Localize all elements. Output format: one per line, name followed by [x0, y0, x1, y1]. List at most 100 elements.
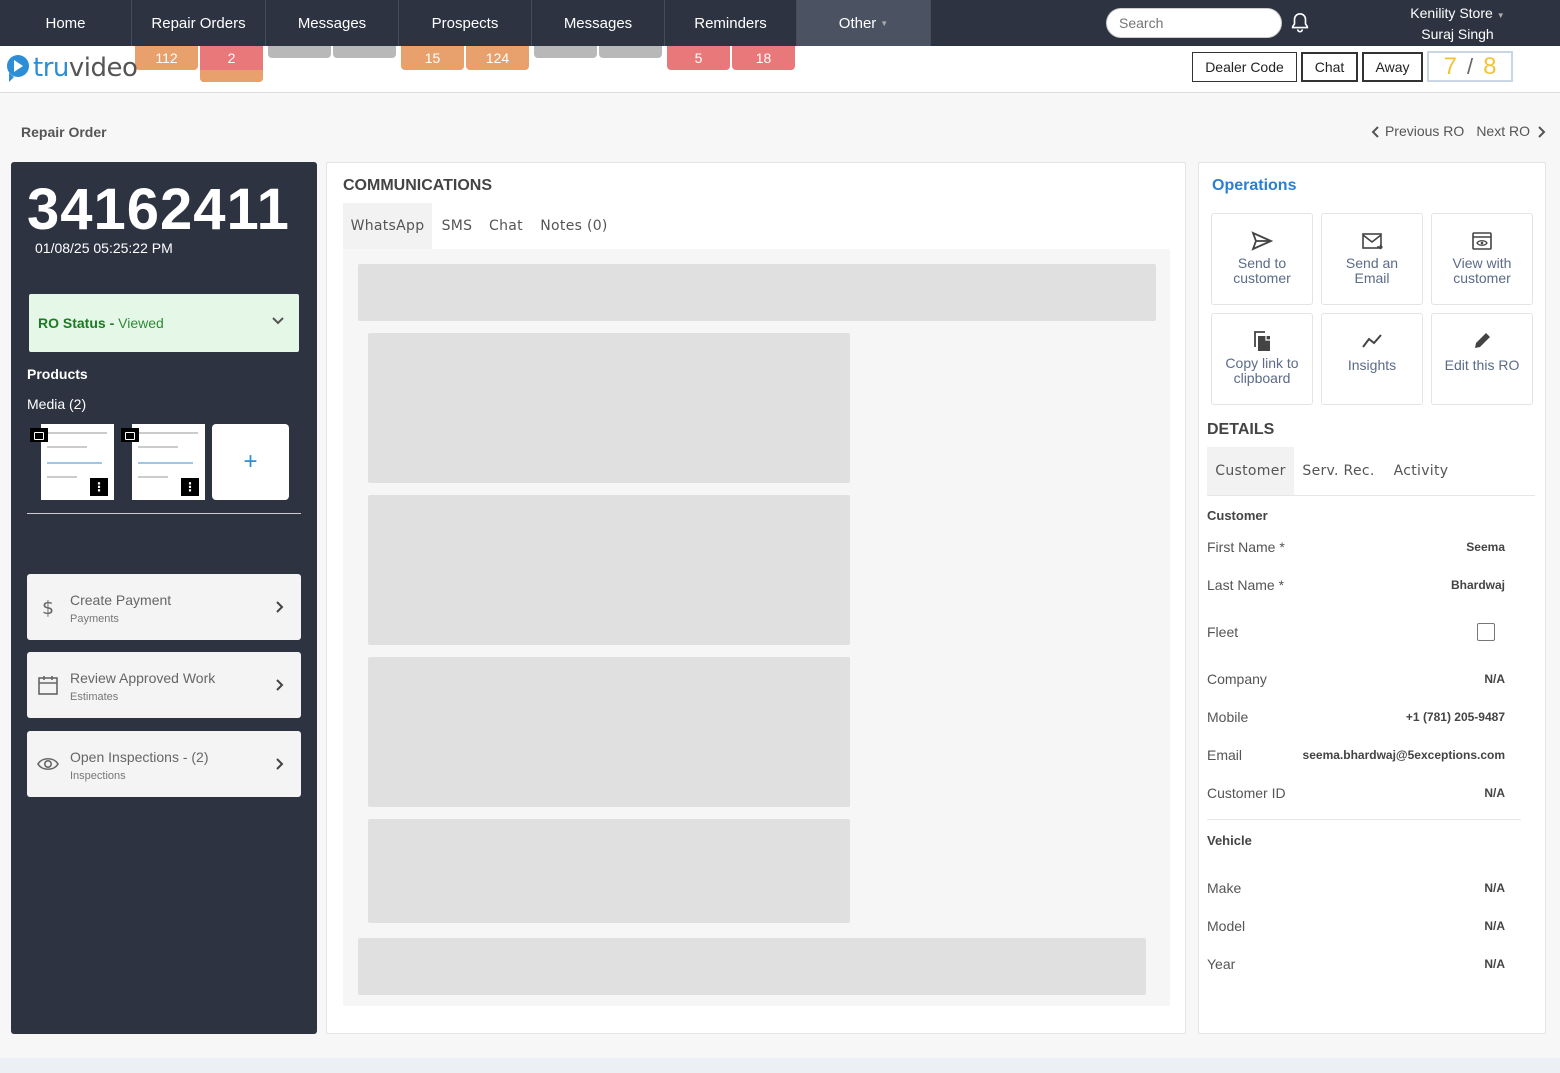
model-label: Model: [1207, 918, 1246, 934]
store-switcher[interactable]: Kenility Store ▼ Suraj Singh: [1385, 4, 1530, 43]
add-media-button[interactable]: +: [212, 424, 289, 500]
send-email-button[interactable]: Send an Email: [1321, 213, 1423, 305]
nav-tab-messages-2[interactable]: Messages: [532, 0, 665, 46]
vehicle-section-heading: Vehicle: [1207, 833, 1252, 848]
chat-button[interactable]: Chat: [1301, 52, 1358, 82]
video-camera-icon: [121, 428, 139, 442]
tab-customer[interactable]: Customer: [1207, 447, 1294, 495]
svg-text:$: $: [42, 597, 54, 618]
model-value[interactable]: N/A: [1484, 919, 1505, 933]
thumbnail-preview: [138, 476, 168, 478]
nav-tab-reminders[interactable]: Reminders: [665, 0, 797, 46]
away-button[interactable]: Away: [1362, 52, 1423, 82]
section-divider: [1207, 819, 1521, 820]
thumbnail-preview: [47, 462, 102, 464]
open-inspections-card[interactable]: Open Inspections - (2) Inspections: [27, 731, 301, 797]
user-name: Suraj Singh: [1421, 26, 1494, 42]
message-area: [343, 249, 1170, 1006]
thumbnail-preview: [138, 462, 193, 464]
next-ro-link[interactable]: Next RO: [1476, 123, 1546, 139]
caret-down-icon: ▼: [1496, 11, 1505, 20]
operations-panel: Operations Send to customer Send an Emai…: [1198, 162, 1546, 1034]
year-label: Year: [1207, 956, 1236, 972]
action-subtitle: Payments: [70, 613, 119, 625]
chevron-right-icon: [276, 601, 284, 613]
counter-slash: /: [1466, 53, 1474, 79]
fleet-checkbox[interactable]: [1477, 623, 1495, 641]
bell-icon[interactable]: [1289, 11, 1311, 35]
insights-button[interactable]: Insights: [1321, 313, 1423, 405]
thumbnail-preview: [138, 432, 198, 434]
media-heading: Media (2): [27, 396, 87, 412]
view-with-customer-button[interactable]: View with customer: [1431, 213, 1533, 305]
badge-empty: [599, 46, 662, 58]
action-subtitle: Inspections: [70, 770, 126, 782]
nav-tab-messages[interactable]: Messages: [266, 0, 399, 46]
op-label: Insights: [1347, 357, 1397, 373]
last-name-label: Last Name *: [1207, 577, 1285, 593]
more-options-icon[interactable]: ⋮: [90, 478, 108, 496]
copy-link-button[interactable]: Copy link to clipboard: [1211, 313, 1313, 405]
tab-activity[interactable]: Activity: [1387, 447, 1455, 495]
media-thumbnail[interactable]: ⋮: [118, 424, 205, 500]
send-icon: [1251, 231, 1273, 251]
customer-id-value[interactable]: N/A: [1484, 786, 1505, 800]
ro-status-dropdown[interactable]: RO Status - Viewed: [29, 294, 299, 352]
pencil-icon: [1475, 333, 1490, 348]
next-ro-label: Next RO: [1476, 123, 1530, 139]
search-input[interactable]: [1106, 8, 1282, 38]
create-payment-card[interactable]: $ Create Payment Payments: [27, 574, 301, 640]
ro-status-label: RO Status -: [38, 315, 115, 331]
make-value[interactable]: N/A: [1484, 881, 1505, 895]
logo-text-video: video: [68, 53, 138, 83]
last-name-value[interactable]: Bhardwaj: [1451, 578, 1505, 592]
first-name-label: First Name *: [1207, 539, 1285, 555]
tab-sms[interactable]: SMS: [435, 203, 479, 249]
details-heading: DETAILS: [1207, 421, 1275, 438]
nav-tab-prospects[interactable]: Prospects: [399, 0, 532, 46]
media-thumbnail[interactable]: ⋮: [27, 424, 114, 500]
play-logo-icon: [7, 55, 29, 82]
previous-ro-link[interactable]: Previous RO: [1371, 123, 1464, 139]
mobile-value[interactable]: +1 (781) 205-9487: [1406, 710, 1505, 724]
edit-ro-button[interactable]: Edit this RO: [1431, 313, 1533, 405]
divider: [27, 513, 301, 514]
tab-whatsapp[interactable]: WhatsApp: [343, 203, 432, 249]
email-value[interactable]: seema.bhardwaj@5exceptions.com: [1303, 748, 1505, 762]
year-value[interactable]: N/A: [1484, 957, 1505, 971]
op-label: Edit this RO: [1444, 357, 1520, 373]
review-approved-work-card[interactable]: Review Approved Work Estimates: [27, 652, 301, 718]
chevron-down-icon: [272, 317, 284, 325]
tab-service-records[interactable]: Serv. Rec.: [1296, 447, 1381, 495]
caret-down-icon: ▼: [880, 18, 889, 28]
badge-repair-orders-count: 112: [135, 46, 198, 70]
dealer-code-button[interactable]: Dealer Code: [1192, 52, 1297, 82]
operations-heading: Operations: [1212, 177, 1297, 194]
copy-icon: [1254, 331, 1270, 351]
company-value[interactable]: N/A: [1484, 672, 1505, 686]
thumbnail-preview: [138, 446, 178, 448]
products-heading: Products: [27, 366, 88, 382]
tab-chat[interactable]: Chat: [484, 203, 528, 249]
calendar-icon: [38, 676, 58, 695]
loading-placeholder: [368, 657, 850, 807]
send-to-customer-button[interactable]: Send to customer: [1211, 213, 1313, 305]
badge-prospects-total: 124: [466, 46, 529, 70]
customer-section-heading: Customer: [1207, 508, 1268, 523]
badge-empty: [333, 46, 396, 58]
tab-notes[interactable]: Notes (0): [535, 203, 613, 249]
communications-panel: COMMUNICATIONS WhatsApp SMS Chat Notes (…: [326, 162, 1186, 1034]
first-name-value[interactable]: Seema: [1466, 540, 1505, 554]
fleet-label: Fleet: [1207, 624, 1239, 640]
nav-tab-label: Home: [45, 14, 86, 32]
op-label: Send an: [1345, 255, 1399, 271]
more-options-icon[interactable]: ⋮: [181, 478, 199, 496]
chevron-right-icon: [276, 679, 284, 691]
op-label: Send to: [1237, 255, 1287, 271]
action-title: Review Approved Work: [70, 670, 216, 686]
nav-tab-other[interactable]: Other ▼: [797, 0, 931, 46]
loading-placeholder: [368, 495, 850, 645]
nav-tab-repair-orders[interactable]: Repair Orders: [132, 0, 266, 46]
nav-tab-home[interactable]: Home: [0, 0, 132, 46]
make-label: Make: [1207, 880, 1242, 896]
